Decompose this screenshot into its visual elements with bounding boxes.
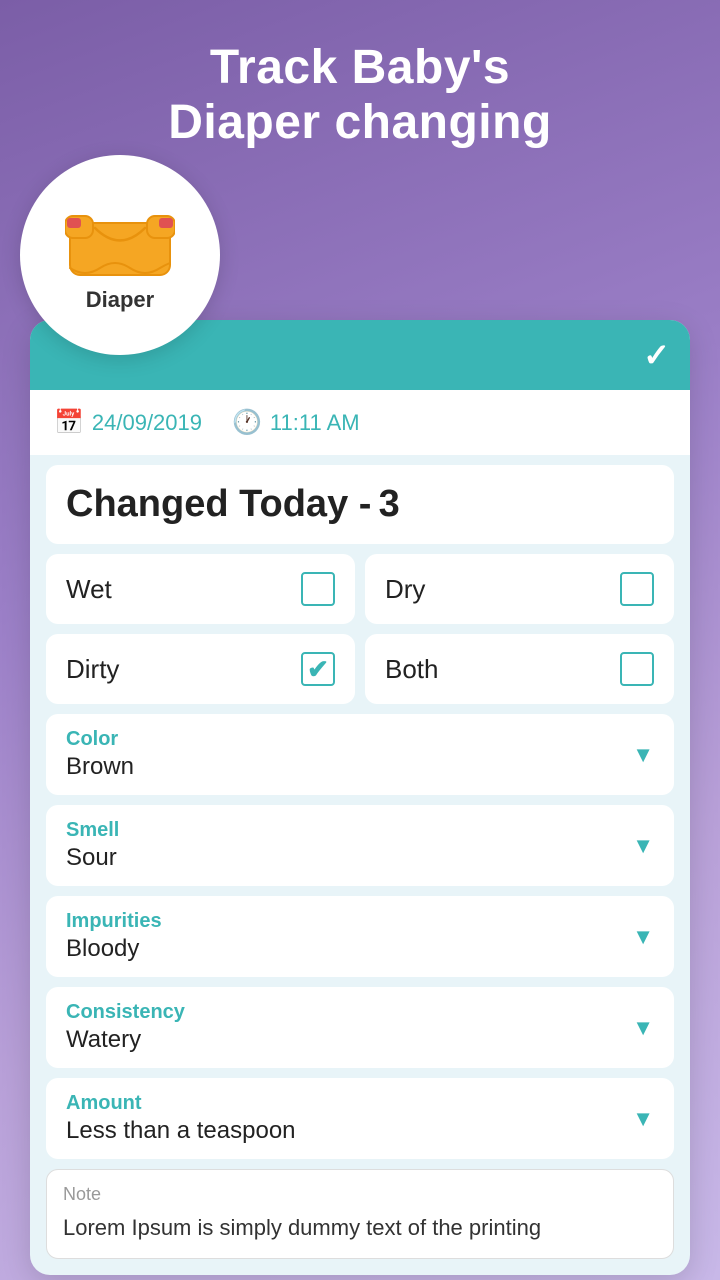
- checkbox-wet-label: Wet: [66, 574, 112, 605]
- checkbox-both-box[interactable]: [620, 652, 654, 686]
- amount-value: Less than a teaspoon: [66, 1117, 296, 1145]
- checkbox-dry-box[interactable]: [620, 572, 654, 606]
- changed-today-text: Changed Today - 3: [66, 483, 654, 526]
- confirm-icon[interactable]: ✓: [643, 336, 670, 374]
- checkbox-wet-box[interactable]: [301, 572, 335, 606]
- smell-dropdown[interactable]: Smell Sour ▼: [46, 805, 674, 886]
- color-dropdown[interactable]: Color Brown ▼: [46, 714, 674, 795]
- consistency-dropdown[interactable]: Consistency Watery ▼: [46, 987, 674, 1068]
- impurities-field-label: Impurities: [66, 910, 162, 933]
- impurities-dropdown[interactable]: Impurities Bloody ▼: [46, 896, 674, 977]
- smell-value: Sour: [66, 844, 119, 872]
- time-value: 11:11 AM: [270, 410, 360, 436]
- clock-icon: 🕐: [232, 408, 262, 437]
- color-value: Brown: [66, 753, 134, 781]
- amount-field-label: Amount: [66, 1092, 296, 1115]
- impurities-content: Impurities Bloody: [66, 910, 162, 963]
- diaper-label: Diaper: [86, 287, 154, 313]
- checkbox-dirty-box[interactable]: ✔: [301, 652, 335, 686]
- date-value: 24/09/2019: [92, 410, 202, 436]
- checkbox-both[interactable]: Both: [365, 634, 674, 704]
- main-card: ✓ 📅 24/09/2019 🕐 11:11 AM Changed Today …: [30, 320, 690, 1275]
- checkbox-dry[interactable]: Dry: [365, 554, 674, 624]
- changed-today-row: Changed Today - 3: [46, 465, 674, 544]
- amount-arrow-icon: ▼: [632, 1106, 654, 1132]
- note-text[interactable]: Lorem Ipsum is simply dummy text of the …: [63, 1211, 657, 1244]
- smell-field-label: Smell: [66, 819, 119, 842]
- checkmark-icon: ✔: [307, 656, 329, 682]
- impurities-value: Bloody: [66, 935, 162, 963]
- impurities-arrow-icon: ▼: [632, 924, 654, 950]
- checkbox-wet[interactable]: Wet: [46, 554, 355, 624]
- color-field-label: Color: [66, 728, 134, 751]
- calendar-icon: 📅: [54, 408, 84, 437]
- time-display: 🕐 11:11 AM: [232, 408, 360, 437]
- checkbox-dirty-label: Dirty: [66, 654, 119, 685]
- checkbox-both-label: Both: [385, 654, 439, 685]
- color-arrow-icon: ▼: [632, 742, 654, 768]
- smell-content: Smell Sour: [66, 819, 119, 872]
- consistency-arrow-icon: ▼: [632, 1015, 654, 1041]
- color-content: Color Brown: [66, 728, 134, 781]
- note-container[interactable]: Note Lorem Ipsum is simply dummy text of…: [46, 1169, 674, 1259]
- page-title: Track Baby's Diaper changing: [168, 40, 552, 150]
- smell-arrow-icon: ▼: [632, 833, 654, 859]
- diaper-illustration: [65, 198, 175, 283]
- date-time-row: 📅 24/09/2019 🕐 11:11 AM: [30, 390, 690, 455]
- consistency-value: Watery: [66, 1026, 185, 1054]
- note-label: Note: [63, 1184, 657, 1205]
- consistency-field-label: Consistency: [66, 1001, 185, 1024]
- date-display: 📅 24/09/2019: [54, 408, 202, 437]
- amount-content: Amount Less than a teaspoon: [66, 1092, 296, 1145]
- diaper-icon-circle: Diaper: [20, 155, 220, 355]
- checkbox-dry-label: Dry: [385, 574, 425, 605]
- amount-dropdown[interactable]: Amount Less than a teaspoon ▼: [46, 1078, 674, 1159]
- checkboxes-grid: Wet Dry Dirty ✔ Both: [46, 554, 674, 704]
- checkbox-dirty[interactable]: Dirty ✔: [46, 634, 355, 704]
- consistency-content: Consistency Watery: [66, 1001, 185, 1054]
